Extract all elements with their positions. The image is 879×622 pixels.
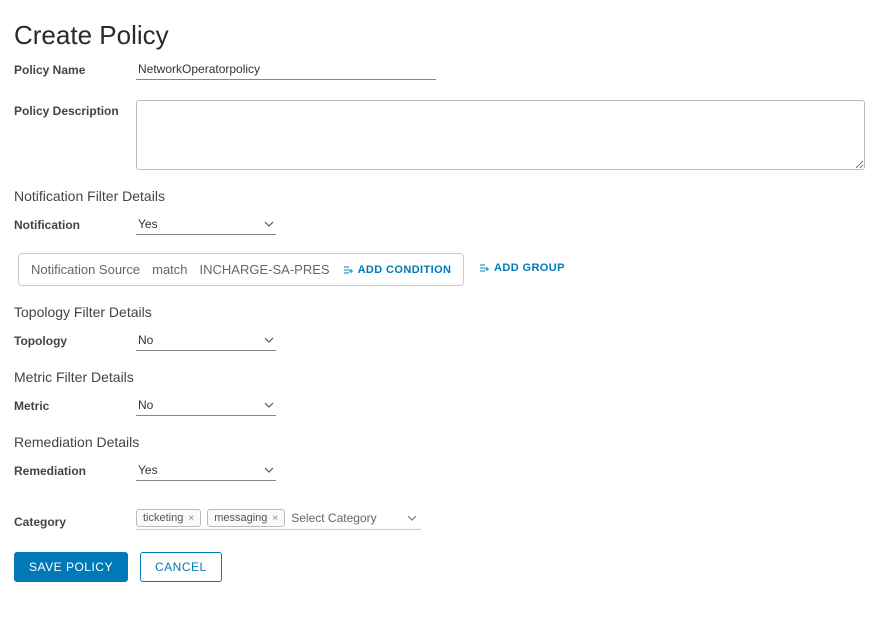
policy-description-textarea[interactable] <box>136 100 865 170</box>
remediation-section-title: Remediation Details <box>14 434 865 450</box>
notification-select[interactable]: Yes <box>136 214 276 235</box>
metric-select-value: No <box>138 398 153 412</box>
condition-field: Notification Source <box>31 262 140 277</box>
notification-select-value: Yes <box>138 217 158 231</box>
topology-select[interactable]: No <box>136 330 276 351</box>
policy-description-label: Policy Description <box>14 100 136 118</box>
category-multiselect[interactable]: ticketing × messaging × Select Category <box>136 509 421 530</box>
remove-tag-icon[interactable]: × <box>272 513 278 524</box>
condition-value: INCHARGE-SA-PRES <box>200 262 330 277</box>
add-condition-text: ADD CONDITION <box>358 264 452 276</box>
chevron-down-icon <box>264 219 274 229</box>
page-title: Create Policy <box>14 20 865 51</box>
chevron-down-icon <box>264 335 274 345</box>
remove-tag-icon[interactable]: × <box>188 513 194 524</box>
save-policy-button[interactable]: SAVE POLICY <box>14 552 128 582</box>
condition-box: Notification Source match INCHARGE-SA-PR… <box>18 253 464 286</box>
add-condition-icon <box>342 264 354 276</box>
remediation-select[interactable]: Yes <box>136 460 276 481</box>
add-condition-link[interactable]: ADD CONDITION <box>342 264 452 276</box>
chevron-down-icon <box>407 513 417 523</box>
topology-label: Topology <box>14 330 136 348</box>
category-tag-messaging: messaging × <box>207 509 285 527</box>
topology-select-value: No <box>138 333 153 347</box>
remediation-label: Remediation <box>14 460 136 478</box>
tag-label: ticketing <box>143 512 183 524</box>
notification-filter-section-title: Notification Filter Details <box>14 188 865 204</box>
tag-label: messaging <box>214 512 267 524</box>
add-group-link[interactable]: ADD GROUP <box>478 262 565 274</box>
policy-name-input[interactable] <box>136 59 436 80</box>
metric-label: Metric <box>14 395 136 413</box>
condition-op: match <box>152 262 187 277</box>
category-placeholder: Select Category <box>291 511 401 525</box>
category-tag-ticketing: ticketing × <box>136 509 201 527</box>
add-group-text: ADD GROUP <box>494 262 565 274</box>
category-label: Category <box>14 511 136 529</box>
chevron-down-icon <box>264 465 274 475</box>
add-group-icon <box>478 262 490 274</box>
chevron-down-icon <box>264 400 274 410</box>
remediation-select-value: Yes <box>138 463 158 477</box>
policy-name-label: Policy Name <box>14 59 136 77</box>
metric-select[interactable]: No <box>136 395 276 416</box>
metric-filter-section-title: Metric Filter Details <box>14 369 865 385</box>
topology-filter-section-title: Topology Filter Details <box>14 304 865 320</box>
notification-label: Notification <box>14 214 136 232</box>
cancel-button[interactable]: CANCEL <box>140 552 222 582</box>
